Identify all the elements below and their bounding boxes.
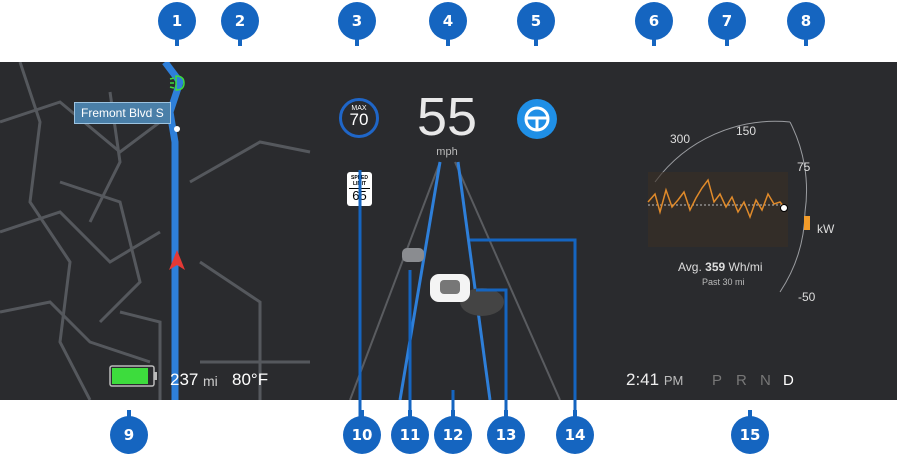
avg-prefix: Avg. [678,260,702,274]
range-value: 237 [170,370,199,389]
instrument-cluster: Fremont Blvd S 237 mi 80°F MAX 70 55 mph… [0,62,897,400]
steering-wheel-glyph [524,106,550,132]
energy-period: Past 30 mi [702,277,745,287]
speed-unit: mph [436,146,458,158]
gear-n[interactable]: N [760,372,771,389]
callout-10: 10 [345,410,379,452]
current-speed: 55 [416,87,478,147]
energy-tick-150: 150 [736,124,757,138]
callout-4: 4 [431,4,465,46]
clock-ampm: PM [663,373,684,388]
energy-tick-neg50: -50 [798,290,816,304]
callout-13: 13 [489,410,523,452]
avg-value: 359 [705,260,726,274]
speed-limit-sign: SPEED LIMIT 65 [347,172,372,206]
avg-unit: Wh/mi [728,260,763,274]
callout-14: 14 [558,410,592,452]
callout-12: 12 [436,410,470,452]
steering-wheel-icon[interactable] [517,99,557,139]
gear-d[interactable]: D [783,372,794,389]
callout-6: 6 [637,4,671,46]
max-speed-sign: MAX 70 [339,98,379,138]
clock-time: 2:41 [626,370,660,389]
speed-limit-value: 65 [349,188,370,203]
battery-icon [109,365,157,387]
energy-tick-300: 300 [670,132,691,146]
nearby-vehicle [402,248,424,262]
own-car [430,274,504,316]
callout-7: 7 [710,4,744,46]
max-speed-value: 70 [349,110,369,129]
callout-2: 2 [223,4,257,46]
energy-average: Avg. 359 Wh/mi [678,260,763,274]
callout-8: 8 [789,4,823,46]
energy-tick-75: 75 [797,160,811,174]
callout-1: 1 [160,4,194,46]
speed-limit-label-2: LIMIT [352,181,367,187]
energy-unit: kW [817,222,835,236]
temperature: 80°F [232,370,269,389]
clock: 2:41 PM [626,370,683,390]
range-unit: mi [203,373,218,389]
callout-11: 11 [393,410,427,452]
callout-9: 9 [112,410,146,452]
callout-3: 3 [340,4,374,46]
street-name-label: Fremont Blvd S [74,102,171,124]
callout-15: 15 [733,410,767,452]
gear-r[interactable]: R [736,372,747,389]
gear-p[interactable]: P [712,372,722,389]
callout-5: 5 [519,4,553,46]
